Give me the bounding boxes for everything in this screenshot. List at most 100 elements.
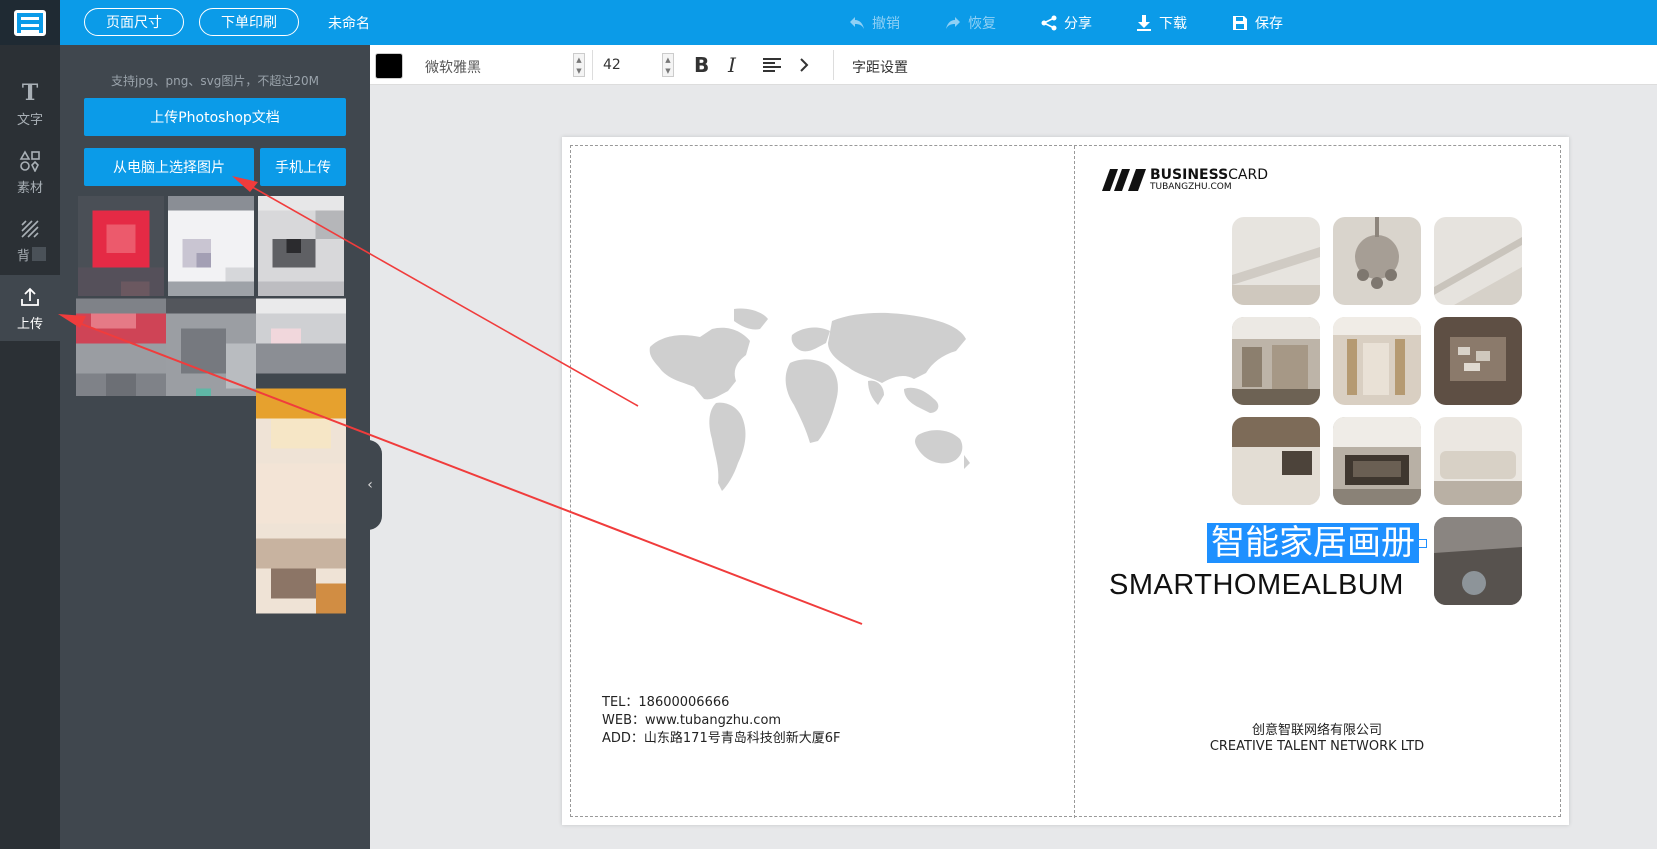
uploaded-image-thumb[interactable] bbox=[166, 296, 256, 396]
save-icon bbox=[1233, 16, 1247, 30]
photo-image bbox=[1333, 317, 1421, 405]
redo-label: 恢复 bbox=[968, 16, 996, 32]
pattern-icon bbox=[20, 217, 40, 241]
down-arrow-icon: ▼ bbox=[576, 66, 582, 75]
document-name[interactable]: 未命名 bbox=[328, 13, 370, 33]
select-from-pc-button[interactable]: 从电脑上选择图片 bbox=[84, 148, 254, 186]
photo-tile[interactable] bbox=[1232, 217, 1320, 305]
rail-item-materials[interactable]: 素材 bbox=[0, 139, 60, 205]
upload-panel: 支持jpg、png、svg图片，不超过20M 上传Photoshop文档 从电脑… bbox=[60, 45, 370, 849]
share-label: 分享 bbox=[1064, 16, 1092, 32]
photo-tile[interactable] bbox=[1333, 317, 1421, 405]
contact-web[interactable]: WEB：www.tubangzhu.com bbox=[602, 709, 781, 728]
photo-tile[interactable] bbox=[1232, 417, 1320, 505]
print-order-button[interactable]: 下单印刷 bbox=[199, 8, 299, 36]
mosaic-image bbox=[256, 388, 346, 614]
fold-guide bbox=[1074, 146, 1075, 818]
align-left-icon[interactable] bbox=[762, 54, 782, 76]
photo-tile[interactable] bbox=[1434, 217, 1522, 305]
app-logo[interactable] bbox=[0, 0, 60, 45]
mosaic-image bbox=[166, 298, 256, 396]
share-button[interactable]: 分享 bbox=[1040, 13, 1092, 33]
upload-psd-button[interactable]: 上传Photoshop文档 bbox=[84, 98, 346, 136]
mosaic-image bbox=[258, 196, 344, 296]
undo-label: 撤销 bbox=[872, 16, 900, 32]
company-name-cn[interactable]: 创意智联网络有限公司 bbox=[1065, 719, 1569, 738]
title-cn-selected[interactable]: 智能家居画册 bbox=[1207, 523, 1427, 563]
title-en[interactable]: SMARTHOMEALBUM bbox=[1109, 569, 1404, 602]
photo-image bbox=[1434, 417, 1522, 505]
top-bar: 页面尺寸 下单印刷 未命名 撤销 恢复 分享 下载 保存 bbox=[0, 0, 1657, 45]
shapes-icon bbox=[19, 149, 41, 173]
uploaded-image-thumb[interactable] bbox=[256, 196, 346, 296]
save-label: 保存 bbox=[1255, 16, 1283, 32]
photo-image bbox=[1232, 217, 1320, 305]
uploaded-image-thumb[interactable] bbox=[76, 296, 166, 396]
chevron-right-icon[interactable] bbox=[798, 54, 810, 76]
text-color-picker[interactable] bbox=[375, 53, 403, 79]
font-size-input[interactable]: 42 bbox=[603, 57, 621, 73]
divider bbox=[592, 50, 593, 80]
design-canvas[interactable]: TEL：18600006666 WEB：www.tubangzhu.com AD… bbox=[562, 137, 1569, 825]
collapse-panel-button[interactable]: ‹ bbox=[358, 440, 382, 530]
pixel-mask bbox=[32, 247, 46, 261]
photo-tile[interactable] bbox=[1434, 317, 1522, 405]
share-icon bbox=[1041, 15, 1057, 31]
download-icon bbox=[1137, 15, 1151, 31]
bold-icon[interactable]: B bbox=[694, 53, 709, 77]
contact-tel[interactable]: TEL：18600006666 bbox=[602, 691, 729, 710]
uploaded-images-grid bbox=[76, 196, 346, 616]
photo-tile[interactable] bbox=[1333, 217, 1421, 305]
text-icon: T bbox=[21, 79, 39, 106]
brand-sub: TUBANGZHU.COM bbox=[1150, 182, 1232, 192]
phone-upload-button[interactable]: 手机上传 bbox=[260, 148, 346, 186]
brand-mark-icon bbox=[1101, 168, 1147, 191]
italic-icon[interactable]: I bbox=[728, 53, 736, 77]
uploaded-image-thumb[interactable] bbox=[256, 376, 346, 626]
rail-item-upload[interactable]: 上传 bbox=[0, 275, 60, 341]
font-size-spinner[interactable]: ▲ ▼ bbox=[662, 53, 674, 77]
letter-spacing-button[interactable]: 字距设置 bbox=[852, 57, 908, 77]
brand-bold: BUSINESS bbox=[1150, 167, 1229, 183]
contact-address[interactable]: ADD：山东路171号青岛科技创新大厦6F bbox=[602, 727, 840, 746]
photo-tile[interactable] bbox=[1434, 517, 1522, 605]
photo-tile[interactable] bbox=[1333, 417, 1421, 505]
upload-hint: 支持jpg、png、svg图片，不超过20M bbox=[110, 74, 319, 88]
down-arrow-icon: ▼ bbox=[665, 66, 671, 75]
brand-text: BUSINESSCARD TUBANGZHU.COM bbox=[1150, 167, 1268, 192]
undo-icon bbox=[850, 17, 864, 29]
redo-button[interactable]: 恢复 bbox=[944, 13, 996, 33]
photo-tile[interactable] bbox=[1232, 317, 1320, 405]
uploaded-image-thumb[interactable] bbox=[256, 296, 346, 376]
font-family-select[interactable]: 微软雅黑 bbox=[425, 57, 481, 77]
brand-normal: CARD bbox=[1228, 167, 1269, 183]
photo-image bbox=[1333, 217, 1421, 305]
company-name-en[interactable]: CREATIVE TALENT NETWORK LTD bbox=[1065, 739, 1569, 754]
photo-image bbox=[1232, 417, 1320, 505]
brand-logo[interactable]: BUSINESSCARD TUBANGZHU.COM bbox=[1101, 167, 1268, 192]
save-button[interactable]: 保存 bbox=[1231, 13, 1283, 33]
mosaic-image bbox=[256, 298, 346, 374]
photo-tile[interactable] bbox=[1434, 417, 1522, 505]
download-button[interactable]: 下载 bbox=[1135, 13, 1187, 33]
logo-icon bbox=[14, 9, 46, 36]
up-arrow-icon: ▲ bbox=[665, 55, 671, 64]
font-family-spinner[interactable]: ▲ ▼ bbox=[573, 53, 585, 77]
mosaic-image bbox=[78, 196, 164, 296]
page-size-button[interactable]: 页面尺寸 bbox=[84, 8, 184, 36]
rail-item-background[interactable]: 背景 bbox=[0, 207, 60, 273]
text-format-toolbar: 微软雅黑 ▲ ▼ 42 ▲ ▼ B I 字距设置 bbox=[370, 45, 1657, 85]
undo-button[interactable]: 撤销 bbox=[848, 13, 900, 33]
uploaded-image-thumb[interactable] bbox=[76, 196, 166, 296]
world-map-image[interactable] bbox=[642, 307, 982, 507]
rail-item-text[interactable]: T 文字 bbox=[0, 71, 60, 137]
uploaded-image-thumb[interactable] bbox=[166, 196, 256, 296]
photo-image bbox=[1434, 517, 1522, 605]
photo-image bbox=[1232, 317, 1320, 405]
mosaic-image bbox=[76, 298, 166, 396]
chevron-left-icon: ‹ bbox=[367, 477, 373, 493]
photo-image bbox=[1434, 317, 1522, 405]
left-rail: T 文字 素材 背景 上传 bbox=[0, 45, 60, 849]
upload-icon bbox=[19, 285, 41, 309]
divider bbox=[833, 50, 834, 80]
